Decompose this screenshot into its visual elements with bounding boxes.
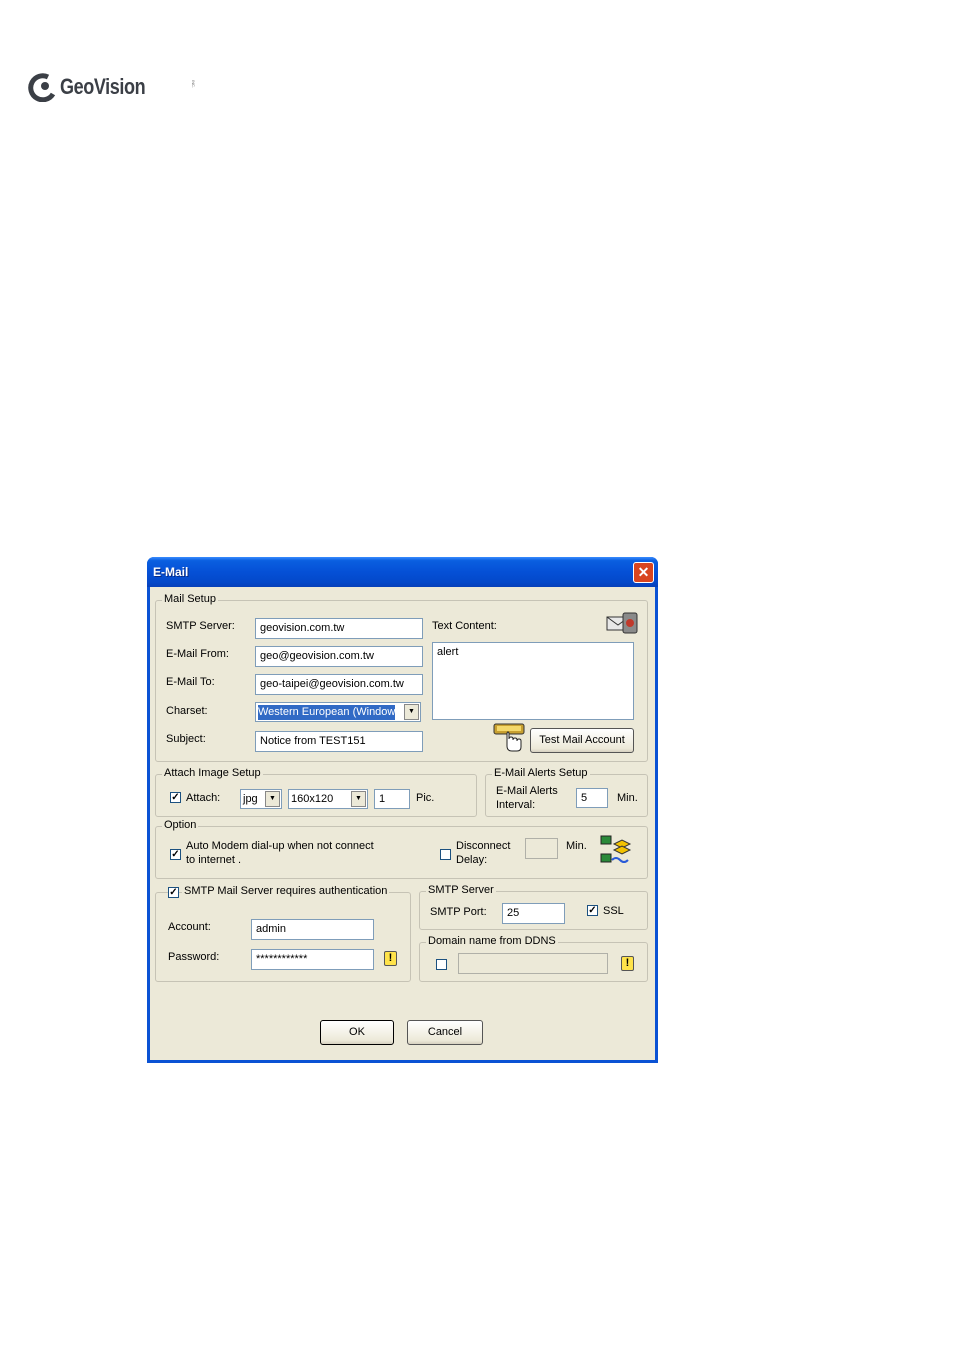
dialog-title: E-Mail: [153, 565, 189, 579]
disconnect-checkbox[interactable]: [440, 849, 451, 860]
mail-setup-legend: Mail Setup: [162, 593, 218, 605]
test-mail-account-button[interactable]: Test Mail Account: [530, 728, 634, 753]
password-label: Password:: [168, 951, 220, 963]
ddns-group: Domain name from DDNS !: [419, 935, 648, 982]
attach-image-legend: Attach Image Setup: [162, 767, 263, 779]
email-to-label: E-Mail To:: [166, 676, 215, 688]
alerts-min-label: Min.: [617, 792, 638, 804]
smtp-server-label: SMTP Server:: [166, 620, 235, 632]
password-warning-icon[interactable]: !: [384, 951, 397, 966]
disconnect-label-2: Delay:: [456, 854, 488, 866]
attach-label: Attach:: [186, 792, 221, 804]
auth-group: ✓ SMTP Mail Server requires authenticati…: [155, 885, 411, 982]
chevron-down-icon[interactable]: ▼: [404, 704, 419, 720]
option-legend: Option: [162, 819, 199, 831]
email-alerts-group: E-Mail Alerts Setup E-Mail Alerts Interv…: [485, 767, 648, 817]
auth-legend: SMTP Mail Server requires authentication: [182, 885, 390, 897]
auth-checkbox[interactable]: ✓: [168, 887, 179, 898]
size-value: 160x120: [291, 793, 334, 805]
ddns-field[interactable]: [458, 953, 608, 974]
alerts-interval-label-2: Interval:: [496, 799, 536, 811]
email-to-field[interactable]: geo-taipei@geovision.com.tw: [255, 674, 423, 695]
charset-label: Charset:: [166, 705, 208, 717]
option-group: Option ✓ Auto Modem dial-up when not con…: [155, 819, 648, 879]
title-bar[interactable]: E-Mail ✕: [147, 557, 658, 587]
cancel-button[interactable]: Cancel: [407, 1020, 483, 1045]
close-icon: ✕: [637, 564, 650, 580]
text-content-label: Text Content:: [432, 620, 497, 632]
disconnect-delay-field[interactable]: [525, 838, 558, 859]
dialog-client: Mail Setup SMTP Server: geovision.com.tw…: [150, 587, 655, 1060]
geovision-logo: GeoVision INC.: [28, 70, 196, 104]
modem-label-2: to internet .: [186, 854, 242, 866]
pic-count-field[interactable]: 1: [374, 789, 410, 809]
ssl-checkbox[interactable]: ✓: [587, 905, 598, 916]
brand-name: GeoVision: [60, 74, 146, 99]
email-from-field[interactable]: geo@geovision.com.tw: [255, 646, 423, 667]
size-select[interactable]: 160x120 ▼: [288, 789, 368, 809]
attach-checkbox[interactable]: ✓: [170, 792, 181, 803]
modem-label-1: Auto Modem dial-up when not connect: [186, 840, 374, 852]
charset-value: Western European (Window: [258, 705, 396, 720]
subject-label: Subject:: [166, 733, 206, 745]
pic-label: Pic.: [416, 792, 435, 804]
account-label: Account:: [168, 921, 211, 933]
text-content-area[interactable]: alert: [432, 642, 634, 720]
smtp-server-legend: SMTP Server: [426, 884, 496, 896]
geovision-logo-mark-icon: [28, 72, 58, 102]
format-value: jpg: [243, 793, 258, 805]
email-alerts-legend: E-Mail Alerts Setup: [492, 767, 590, 779]
format-select[interactable]: jpg ▼: [240, 789, 282, 809]
close-button[interactable]: ✕: [633, 562, 654, 583]
email-from-label: E-Mail From:: [166, 648, 229, 660]
smtp-server-group: SMTP Server SMTP Port: 25 ✓ SSL: [419, 884, 648, 930]
smtp-server-field[interactable]: geovision.com.tw: [255, 618, 423, 639]
disconnect-label-1: Disconnect: [456, 840, 511, 852]
chevron-down-icon[interactable]: ▼: [265, 791, 280, 807]
ssl-label: SSL: [603, 905, 624, 917]
smtp-port-field[interactable]: 25: [502, 903, 565, 924]
hand-press-icon: [493, 722, 527, 754]
network-icon[interactable]: [598, 834, 634, 868]
subject-field[interactable]: Notice from TEST151: [255, 731, 423, 752]
smtp-port-label: SMTP Port:: [430, 906, 487, 918]
alerts-interval-label-1: E-Mail Alerts: [496, 785, 558, 797]
mail-setup-icon[interactable]: [605, 610, 639, 636]
ddns-warning-icon[interactable]: !: [621, 956, 634, 971]
ddns-checkbox[interactable]: [436, 959, 447, 970]
email-dialog: E-Mail ✕ Mail Setup SMTP Server: geovisi…: [147, 557, 658, 1063]
ok-button[interactable]: OK: [320, 1020, 394, 1045]
password-field[interactable]: ************: [251, 949, 374, 970]
attach-image-group: Attach Image Setup ✓ Attach: jpg ▼ 160x1…: [155, 767, 477, 817]
disconnect-min-label: Min.: [566, 840, 587, 852]
modem-checkbox[interactable]: ✓: [170, 849, 181, 860]
mail-setup-group: Mail Setup SMTP Server: geovision.com.tw…: [155, 593, 648, 762]
ddns-legend: Domain name from DDNS: [426, 935, 558, 947]
charset-select[interactable]: Western European (Window ▼: [255, 702, 421, 722]
account-field[interactable]: admin: [251, 919, 374, 940]
brand-tm: INC.: [191, 80, 196, 88]
alerts-interval-field[interactable]: 5: [576, 788, 608, 808]
chevron-down-icon[interactable]: ▼: [351, 791, 366, 807]
